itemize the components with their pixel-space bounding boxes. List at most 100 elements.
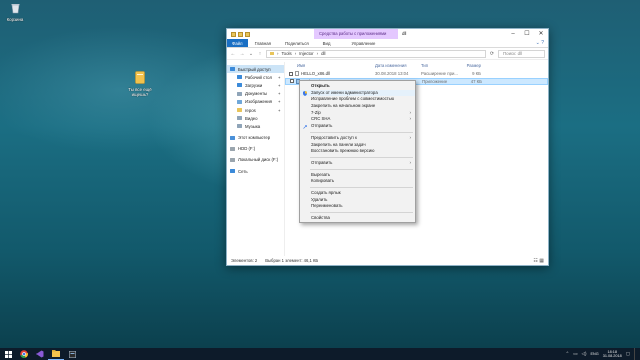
sidebar-item-video[interactable]: Видео — [227, 114, 284, 122]
up-icon[interactable]: ↑ — [257, 51, 263, 57]
file-row[interactable]: HELLO_x86.dll 30.08.2018 13:04 Расширение … — [285, 70, 548, 78]
chevron-up-icon[interactable]: ⌃ — [565, 351, 569, 357]
sidebar-item-star[interactable]: Быстрый доступ — [227, 65, 284, 74]
taskbar-file-explorer[interactable] — [48, 348, 64, 360]
help-icon[interactable]: ⌄ ? — [536, 39, 544, 48]
context-menu-label: Закрепить на панели задач — [311, 141, 366, 147]
minimize-icon[interactable]: – — [506, 29, 520, 39]
network-icon[interactable]: ▭ — [573, 351, 577, 357]
context-menu-label: Свойства — [311, 215, 330, 220]
sidebar-item-download[interactable]: Загрузки ✦ — [227, 81, 284, 89]
column-date[interactable]: Дата изменения — [375, 62, 421, 70]
sidebar-item-docs[interactable]: Документы ✦ — [227, 90, 284, 98]
pin-icon: ✦ — [277, 82, 281, 88]
new-folder-icon[interactable] — [245, 31, 250, 37]
taskbar-visual-studio[interactable] — [32, 348, 48, 360]
pin-icon: ✦ — [277, 74, 281, 80]
context-menu-label: Исправление проблем с совместимостью — [311, 96, 395, 102]
sidebar-item-label: Рабочий стол — [245, 74, 272, 80]
context-menu-item[interactable]: Запуск от имени администратора — [300, 89, 415, 97]
breadcrumb-tools[interactable]: Tools — [281, 51, 291, 56]
address-bar[interactable]: › Tools › Injector › dll — [266, 49, 486, 58]
search-input[interactable]: Поиск: dll — [498, 49, 545, 58]
checkbox-icon[interactable] — [289, 71, 293, 76]
start-button[interactable] — [0, 348, 16, 360]
folder-icon[interactable] — [231, 31, 236, 37]
pics-icon — [237, 99, 242, 104]
file-type: Приложение — [422, 78, 448, 84]
close-icon[interactable]: ✕ — [534, 29, 548, 39]
sidebar-item-drive[interactable]: Локальный диск (F:) — [227, 156, 284, 164]
column-name[interactable]: Имя — [289, 62, 375, 70]
context-menu-label: Копировать — [311, 178, 335, 184]
tab-share[interactable]: Поделиться — [278, 39, 316, 47]
context-menu-item[interactable]: Переименовать — [300, 203, 415, 210]
network-icon — [230, 169, 235, 174]
context-menu-item[interactable]: 7-Zip › — [300, 110, 415, 117]
context-menu-item[interactable]: Открыть — [300, 83, 415, 90]
refresh-icon[interactable]: ⟳ — [489, 51, 495, 57]
sidebar-item-folder[interactable]: repos ✦ — [227, 106, 284, 114]
clock-date: 31.08.2018 — [602, 354, 622, 358]
tab-file[interactable]: Файл — [227, 39, 248, 47]
sidebar-item-network[interactable]: Сеть — [227, 167, 284, 175]
taskbar-injector[interactable] — [64, 348, 80, 360]
context-menu-label: Удалить — [311, 196, 328, 202]
menu-separator — [310, 186, 413, 188]
sidebar-item-drive[interactable]: HDD (F:) — [227, 145, 284, 153]
context-menu-item[interactable]: Копировать — [300, 178, 415, 185]
context-menu-label: Открыть — [311, 83, 330, 88]
notifications-icon[interactable]: ▢ — [626, 351, 630, 357]
desktop-icon-folder[interactable]: Ты все ещё ищешь? — [127, 71, 153, 97]
taskbar-chrome[interactable] — [16, 348, 32, 360]
context-menu-item[interactable]: Восстановить прежнюю версию — [300, 148, 415, 155]
context-menu-item[interactable]: Вырезать — [300, 172, 415, 179]
sidebar-item-pics[interactable]: Изображения ✦ — [227, 98, 284, 106]
sidebar-item-music[interactable]: Музыка — [227, 122, 284, 130]
desktop-icon-recycle-bin[interactable]: Корзина — [2, 3, 28, 22]
checkbox-icon[interactable] — [290, 79, 294, 84]
column-size[interactable]: Размер — [461, 62, 481, 70]
language-indicator[interactable]: ENG — [590, 352, 598, 356]
breadcrumb-dll[interactable]: dll — [321, 51, 325, 56]
context-menu-label: CRC SHA — [311, 116, 331, 122]
chevron-down-icon[interactable]: ⌄ — [248, 51, 254, 57]
tab-manage[interactable]: Управление — [337, 39, 382, 47]
context-menu-item[interactable]: Отправить — [300, 123, 415, 130]
context-menu-item[interactable]: Удалить — [300, 197, 415, 204]
tab-view[interactable]: Вид — [316, 39, 338, 47]
window-controls: – ☐ ✕ — [506, 29, 548, 39]
sidebar-item-desktop[interactable]: Рабочий стол ✦ — [227, 73, 284, 81]
maximize-icon[interactable]: ☐ — [520, 29, 534, 39]
menu-separator — [310, 156, 413, 158]
context-menu-item[interactable]: Создать ярлык — [300, 190, 415, 197]
clock[interactable]: 18:18 31.08.2018 — [603, 350, 622, 359]
tab-home[interactable]: Главная — [248, 39, 278, 47]
file-size: 9 КБ — [472, 71, 481, 76]
context-menu-item[interactable]: Закрепить на начальном экране — [300, 103, 415, 110]
menu-separator — [310, 131, 413, 133]
context-menu-item[interactable]: Свойства — [300, 215, 415, 222]
context-menu-item[interactable]: Исправление проблем с совместимостью — [300, 96, 415, 103]
back-icon[interactable]: ← — [230, 51, 236, 57]
breadcrumb-injector[interactable]: Injector — [299, 51, 313, 56]
properties-icon[interactable] — [238, 31, 243, 37]
chevron-right-icon: › — [409, 134, 412, 140]
title-bar[interactable]: Средства работы с приложениями dll – ☐ ✕ — [227, 29, 548, 39]
pin-icon: ✦ — [277, 99, 281, 105]
context-menu-item[interactable]: CRC SHA › — [300, 116, 415, 123]
view-toggle-icons[interactable]: ☷ ▦ — [533, 258, 544, 264]
context-menu-label: Создать ярлык — [311, 189, 341, 195]
column-type[interactable]: Тип — [421, 62, 461, 70]
sidebar-item-label: Быстрый доступ — [238, 66, 271, 72]
show-desktop-button[interactable] — [634, 348, 636, 360]
volume-icon[interactable]: ◁) — [582, 351, 587, 357]
recycle-bin-icon — [2, 3, 28, 15]
sidebar-item-label: Сеть — [238, 168, 248, 174]
context-menu-item[interactable]: Отправить › — [300, 160, 415, 167]
forward-icon[interactable]: → — [239, 51, 245, 57]
share-icon — [303, 124, 307, 129]
context-menu-item[interactable]: Закрепить на панели задач — [300, 142, 415, 149]
context-menu-item[interactable]: Предоставить доступ к › — [300, 135, 415, 142]
sidebar-item-pc[interactable]: Этот компьютер — [227, 134, 284, 142]
